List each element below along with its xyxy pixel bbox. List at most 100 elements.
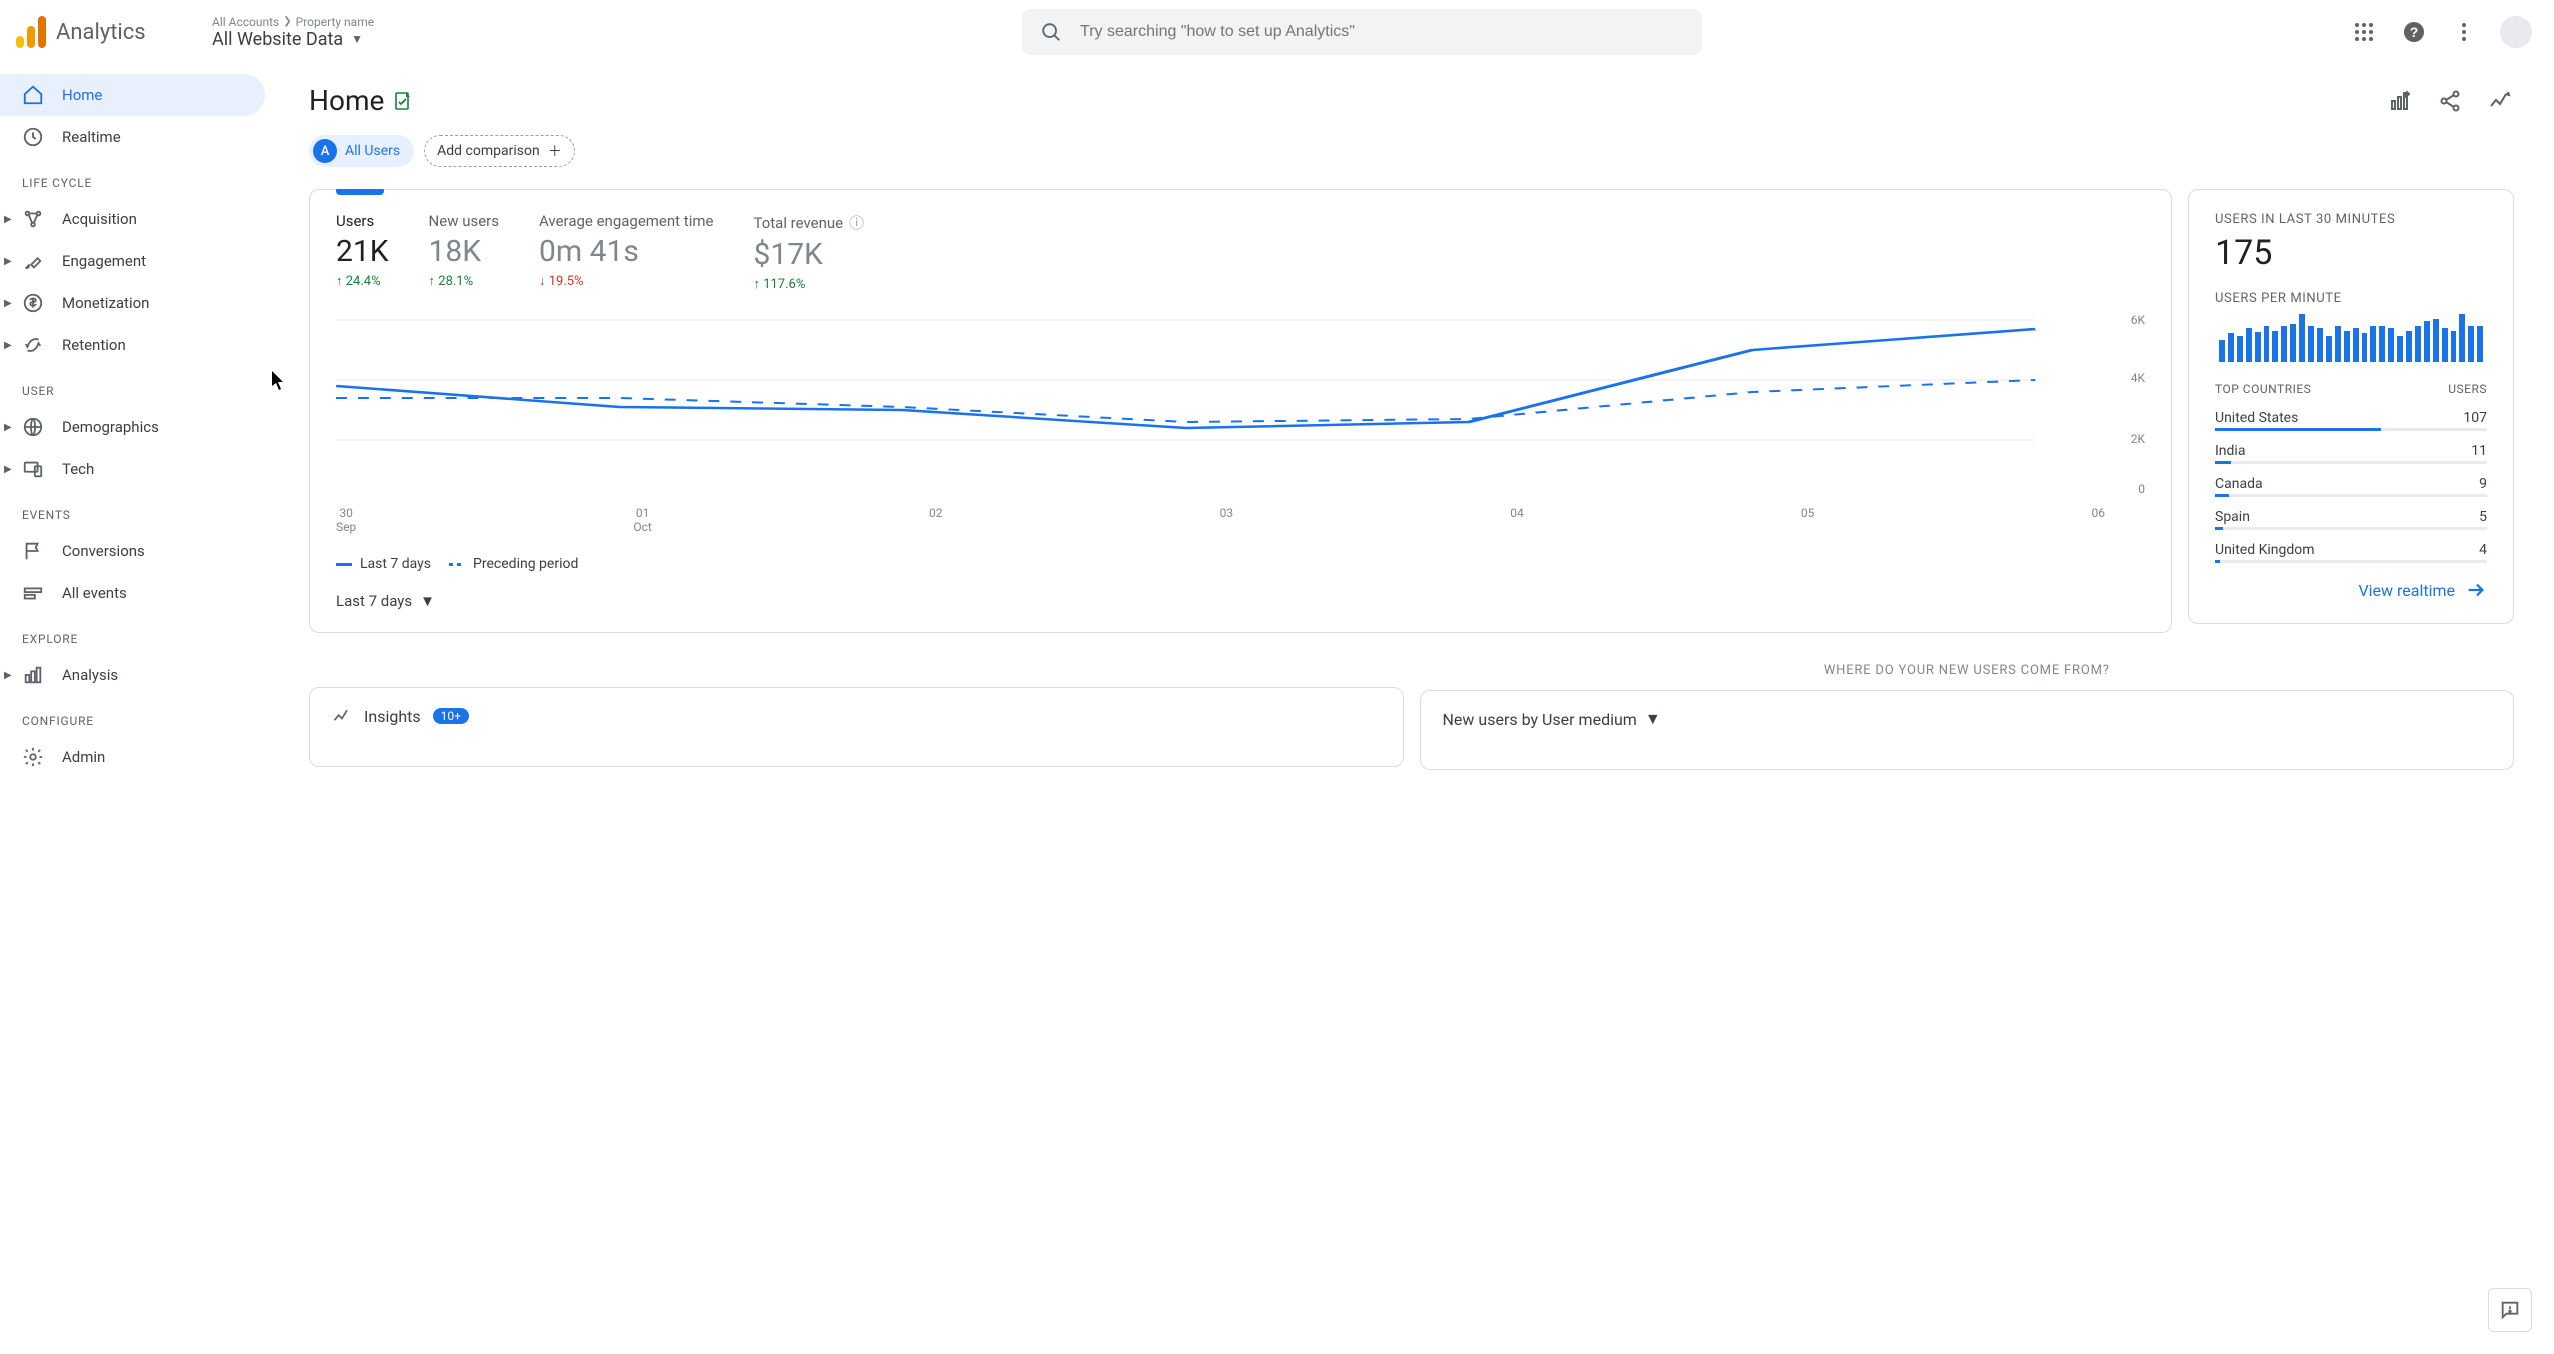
metric-value: 0m 41s xyxy=(539,234,713,269)
monetization-icon xyxy=(22,292,44,314)
segment-badge: A xyxy=(313,139,337,163)
nav-admin[interactable]: Admin xyxy=(0,736,265,778)
metric-label: Total revenue ⓘ xyxy=(753,212,864,233)
country-row: United Kingdom4 xyxy=(2215,534,2487,560)
add-comparison-button[interactable]: Add comparison ＋ xyxy=(424,135,575,167)
segment-all-users[interactable]: A All Users xyxy=(309,135,414,167)
date-range-selector[interactable]: Last 7 days ▼ xyxy=(336,592,2145,610)
nav-demographics[interactable]: ▶ Demographics xyxy=(0,406,265,448)
avatar[interactable] xyxy=(2500,16,2532,48)
devices-icon xyxy=(22,458,44,480)
metric-label: Users xyxy=(336,212,389,230)
expand-icon[interactable]: ▶ xyxy=(4,464,12,475)
sidebar: Home Realtime LIFE CYCLE ▶ Acquisition ▶… xyxy=(0,64,265,810)
nav-label: Analysis xyxy=(62,666,118,684)
chevron-right-icon: ❯ xyxy=(283,16,291,27)
nav-label: Engagement xyxy=(62,252,146,270)
expand-icon[interactable]: ▶ xyxy=(4,298,12,309)
expand-icon[interactable]: ▶ xyxy=(4,214,12,225)
add-comparison-label: Add comparison xyxy=(437,143,540,159)
metric-average-engagement-time[interactable]: Average engagement time0m 41s↓ 19.5% xyxy=(539,212,713,292)
svg-text:?: ? xyxy=(2410,24,2419,40)
nav-all-events[interactable]: All events xyxy=(0,572,265,614)
insights-spark-icon[interactable] xyxy=(2486,87,2514,115)
search-icon xyxy=(1040,21,1062,43)
y-tick: 2K xyxy=(2131,432,2145,446)
metric-label: Average engagement time xyxy=(539,212,713,230)
apps-icon[interactable] xyxy=(2350,18,2378,46)
x-tick: 05 xyxy=(1801,506,1815,534)
expand-icon[interactable]: ▶ xyxy=(4,340,12,351)
nav-label: Monetization xyxy=(62,294,149,312)
expand-icon[interactable]: ▶ xyxy=(4,256,12,267)
search-input[interactable] xyxy=(1080,23,1684,41)
nav-acquisition[interactable]: ▶ Acquisition xyxy=(0,198,265,240)
legend-current: Last 7 days xyxy=(336,556,431,572)
nav-engagement[interactable]: ▶ Engagement xyxy=(0,240,265,282)
country-row: Canada9 xyxy=(2215,468,2487,494)
gear-icon xyxy=(22,746,44,768)
verified-badge-icon xyxy=(394,92,412,110)
nav-analysis[interactable]: ▶ Analysis xyxy=(0,654,265,696)
legend-previous: Preceding period xyxy=(449,556,578,572)
insights-card[interactable]: Insights 10+ xyxy=(309,687,1404,767)
medium-selector[interactable]: New users by User medium ▼ xyxy=(1443,709,2492,729)
realtime-subtitle: USERS PER MINUTE xyxy=(2215,291,2487,306)
nav-monetization[interactable]: ▶ Monetization xyxy=(0,282,265,324)
metric-delta: ↑ 28.1% xyxy=(429,273,499,289)
events-icon xyxy=(22,582,44,604)
breadcrumb-view: All Website Data xyxy=(212,29,343,50)
expand-icon[interactable]: ▶ xyxy=(4,422,12,433)
nav-label: Acquisition xyxy=(62,210,137,228)
realtime-count: 175 xyxy=(2215,233,2487,273)
home-icon xyxy=(22,84,44,106)
realtime-sparkline xyxy=(2215,314,2487,362)
nav-tech[interactable]: ▶ Tech xyxy=(0,448,265,490)
insights-label: Insights xyxy=(364,707,421,726)
metric-value: 21K xyxy=(336,234,389,269)
country-row: United States107 xyxy=(2215,402,2487,428)
nav-label: Home xyxy=(62,86,102,104)
nav-home[interactable]: Home xyxy=(0,74,265,116)
metric-total-revenue[interactable]: Total revenue ⓘ$17K↑ 117.6% xyxy=(753,212,864,292)
product-logo[interactable]: Analytics xyxy=(16,16,196,48)
country-row: India11 xyxy=(2215,435,2487,461)
engagement-icon xyxy=(22,250,44,272)
metric-users[interactable]: Users21K↑ 24.4% xyxy=(336,212,389,292)
feedback-button[interactable] xyxy=(2488,1288,2532,1332)
nav-section-events: EVENTS xyxy=(0,490,265,530)
customize-icon[interactable] xyxy=(2386,87,2414,115)
analytics-logo-icon xyxy=(16,16,46,48)
x-tick: 02 xyxy=(929,506,943,534)
more-vert-icon[interactable] xyxy=(2450,18,2478,46)
clock-icon xyxy=(22,126,44,148)
nav-section-explore: EXPLORE xyxy=(0,614,265,654)
account-selector[interactable]: All Accounts ❯ Property name All Website… xyxy=(212,15,374,50)
dropdown-icon: ▼ xyxy=(420,592,435,610)
nav-conversions[interactable]: Conversions xyxy=(0,530,265,572)
x-tick: 30Sep xyxy=(336,506,356,534)
insights-spark-icon xyxy=(332,706,352,726)
countries-header: TOP COUNTRIES xyxy=(2215,382,2311,396)
view-realtime-link[interactable]: View realtime xyxy=(2215,579,2487,601)
help-icon[interactable]: ? xyxy=(2400,18,2428,46)
help-icon[interactable]: ⓘ xyxy=(849,212,864,233)
dropdown-icon: ▼ xyxy=(351,32,363,46)
y-tick: 4K xyxy=(2131,371,2145,385)
active-metric-indicator xyxy=(336,189,384,195)
nav-realtime[interactable]: Realtime xyxy=(0,116,265,158)
metric-label: New users xyxy=(429,212,499,230)
expand-icon[interactable]: ▶ xyxy=(4,670,12,681)
segment-label: All Users xyxy=(345,143,400,159)
dropdown-icon: ▼ xyxy=(1645,709,1661,729)
realtime-card: USERS IN LAST 30 MINUTES 175 USERS PER M… xyxy=(2188,189,2514,624)
share-icon[interactable] xyxy=(2436,87,2464,115)
nav-retention[interactable]: ▶ Retention xyxy=(0,324,265,366)
plus-icon: ＋ xyxy=(548,141,562,161)
metric-new-users[interactable]: New users18K↑ 28.1% xyxy=(429,212,499,292)
search-bar[interactable] xyxy=(1022,9,1702,55)
arrow-right-icon xyxy=(2465,579,2487,601)
nav-label: Demographics xyxy=(62,418,159,436)
users-header: USERS xyxy=(2448,382,2487,396)
metric-delta: ↑ 117.6% xyxy=(753,276,864,292)
